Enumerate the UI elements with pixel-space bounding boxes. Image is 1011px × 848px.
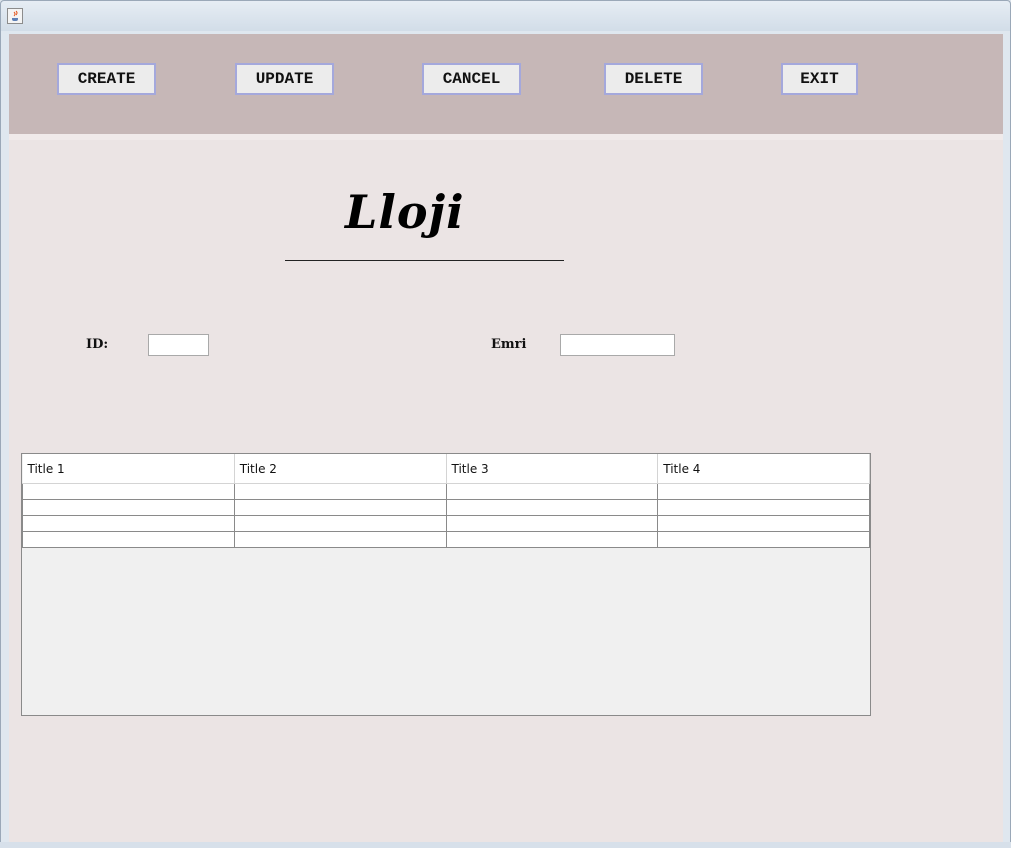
table-cell[interactable] — [22, 499, 235, 516]
data-table-scrollpane[interactable]: Title 1 Title 2 Title 3 Title 4 — [21, 453, 871, 716]
update-button[interactable]: UPDATE — [235, 63, 334, 95]
table-row[interactable] — [22, 483, 870, 500]
heading-underline — [285, 260, 564, 261]
main-panel: CREATE UPDATE CANCEL DELETE EXIT Lloji I… — [9, 34, 1003, 843]
exit-button[interactable]: EXIT — [781, 63, 858, 95]
cancel-button[interactable]: CANCEL — [422, 63, 521, 95]
table-row[interactable] — [22, 499, 870, 516]
app-window: CREATE UPDATE CANCEL DELETE EXIT Lloji I… — [0, 0, 1011, 848]
emri-label: Emri — [491, 337, 527, 352]
table-cell[interactable] — [657, 531, 870, 548]
table-header-row: Title 1 Title 2 Title 3 Title 4 — [22, 454, 870, 484]
table-cell[interactable] — [657, 515, 870, 532]
table-cell[interactable] — [657, 483, 870, 500]
table-cell[interactable] — [445, 483, 659, 500]
form-heading: Lloji — [345, 185, 465, 239]
column-header[interactable]: Title 4 — [657, 454, 870, 484]
data-table[interactable]: Title 1 Title 2 Title 3 Title 4 — [22, 454, 870, 548]
create-button[interactable]: CREATE — [57, 63, 156, 95]
table-row[interactable] — [22, 515, 870, 532]
java-coffee-icon[interactable] — [7, 8, 23, 24]
table-cell[interactable] — [233, 515, 447, 532]
table-cell[interactable] — [22, 531, 235, 548]
table-cell[interactable] — [445, 499, 659, 516]
delete-button[interactable]: DELETE — [604, 63, 703, 95]
id-label: ID: — [86, 337, 109, 352]
table-cell[interactable] — [657, 499, 870, 516]
id-field[interactable] — [148, 334, 209, 356]
table-cell[interactable] — [233, 499, 447, 516]
column-header[interactable]: Title 3 — [446, 454, 659, 484]
column-header[interactable]: Title 1 — [22, 454, 235, 484]
toolbar: CREATE UPDATE CANCEL DELETE EXIT — [9, 34, 1003, 134]
title-bar[interactable] — [1, 1, 1010, 33]
column-header[interactable]: Title 2 — [234, 454, 447, 484]
table-cell[interactable] — [22, 515, 235, 532]
table-cell[interactable] — [445, 515, 659, 532]
table-row[interactable] — [22, 531, 870, 548]
emri-field[interactable] — [560, 334, 675, 356]
table-cell[interactable] — [233, 483, 447, 500]
table-cell[interactable] — [445, 531, 659, 548]
toolbar-divider — [9, 134, 1003, 140]
table-cell[interactable] — [233, 531, 447, 548]
table-cell[interactable] — [22, 483, 235, 500]
window-bottom-edge — [0, 842, 1011, 848]
